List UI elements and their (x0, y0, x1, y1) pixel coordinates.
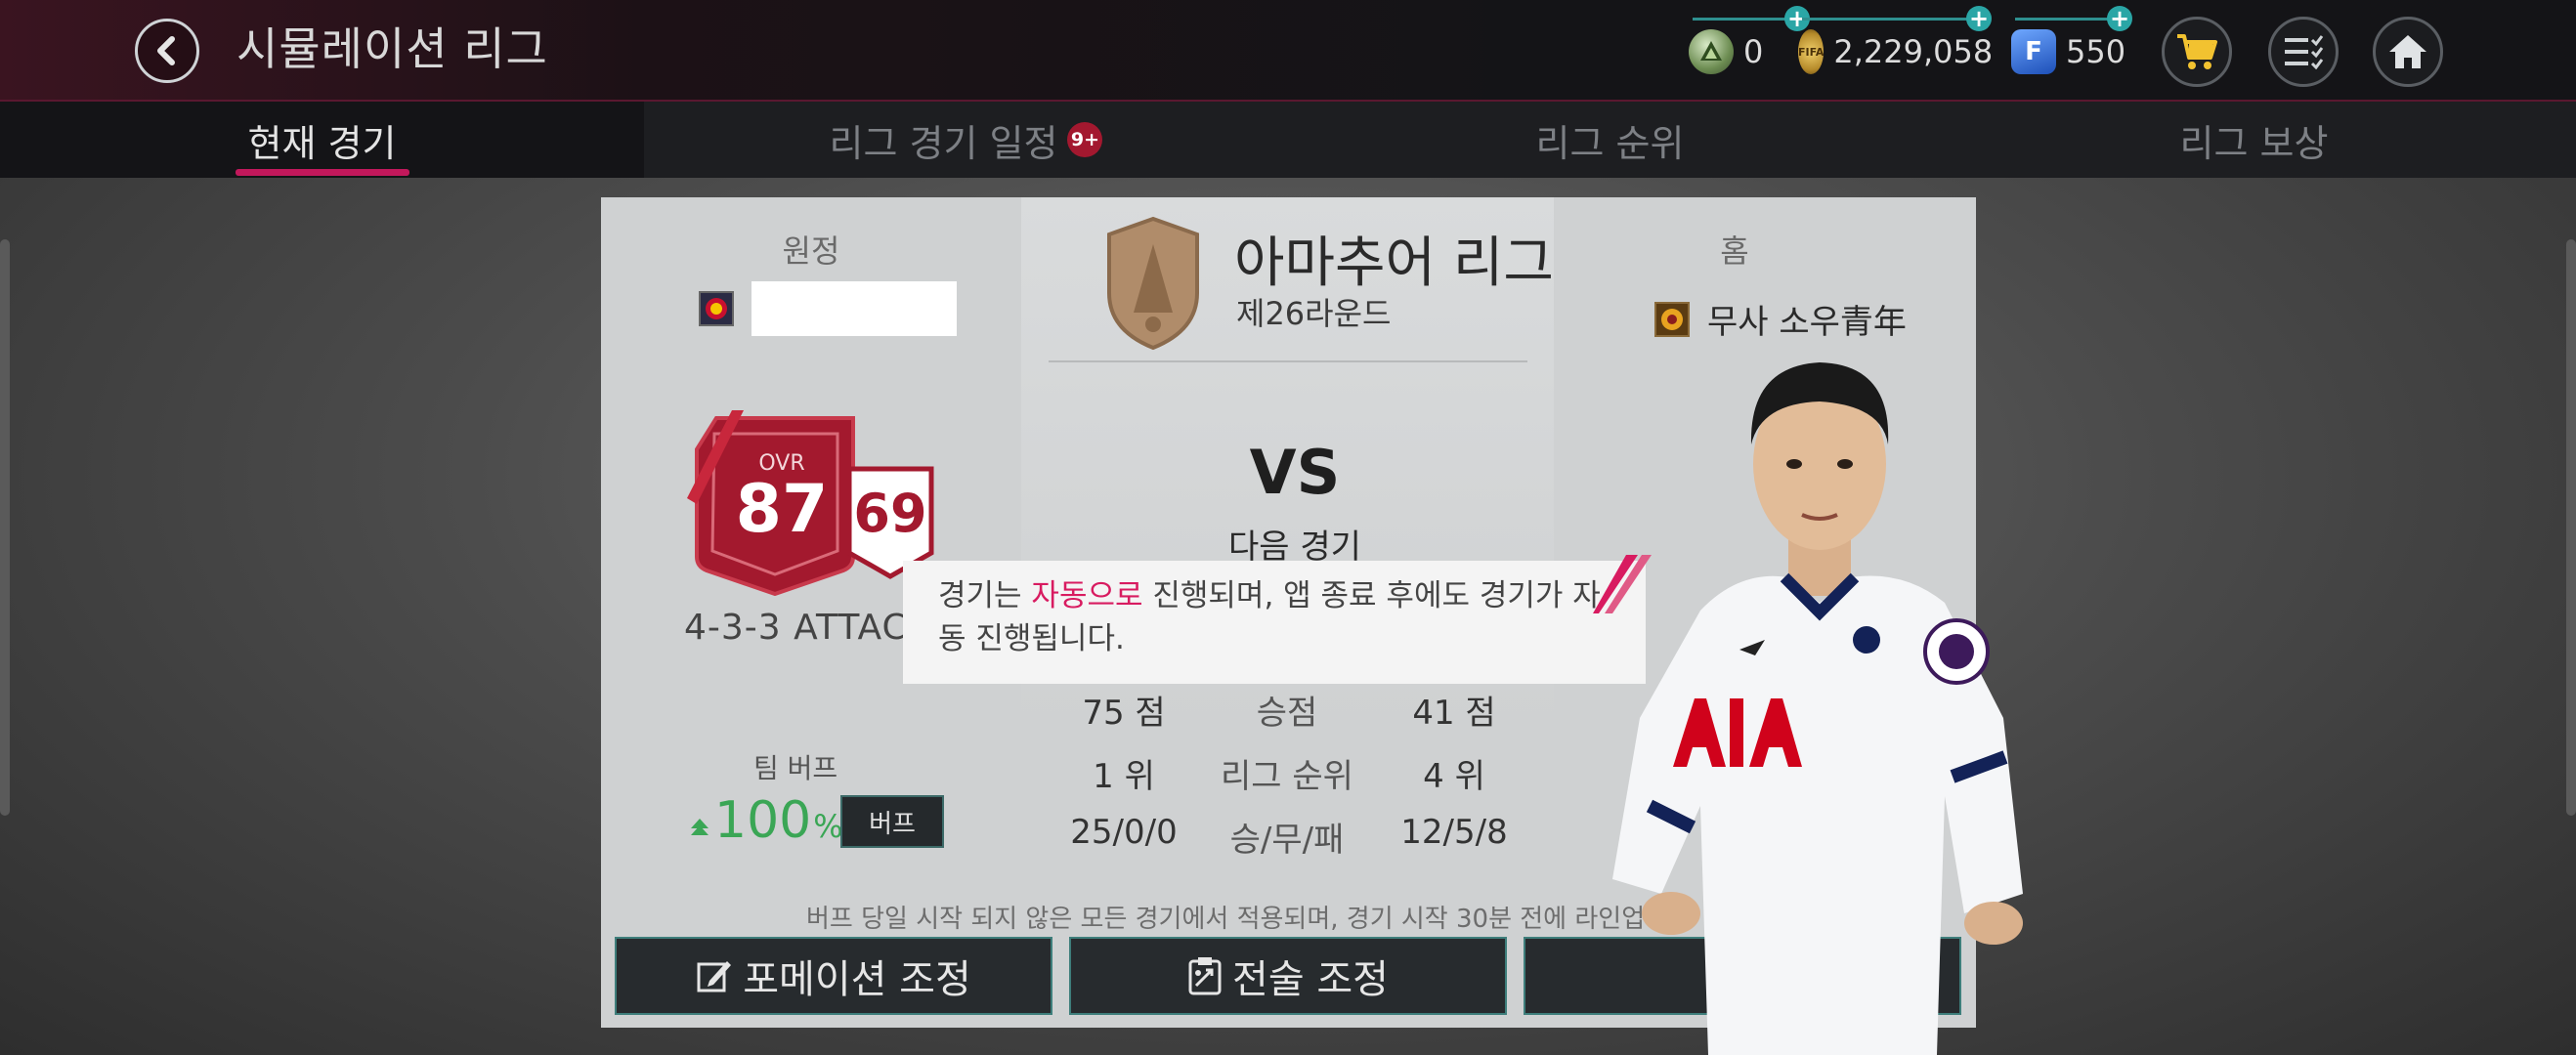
away-rank: 1 위 (1093, 757, 1155, 796)
featured-player-image (1612, 362, 2023, 1055)
token-value: 0 (1743, 33, 1764, 70)
away-label: 원정 (782, 232, 840, 270)
home-icon (2389, 35, 2426, 68)
green-token-icon (1689, 29, 1734, 74)
away-team (699, 281, 957, 336)
page-title: 시뮬레이션 리그 (236, 22, 548, 75)
point-label: F (2025, 37, 2042, 66)
coin-balance: + FIFA 2,229,058 (1798, 6, 1993, 86)
formation-label: 4-3-3 ATTAC (684, 608, 908, 648)
buff-up-arrow-icon (691, 819, 708, 835)
top-bar: 시뮬레이션 리그 + 0 + FIFA 2,229,058 + F 550 (0, 0, 2576, 102)
secondary-rating-value: 69 (853, 483, 927, 544)
point-balance: + F 550 (2011, 6, 2132, 86)
home-button[interactable] (2373, 17, 2443, 87)
coin-label: FIFA (1798, 45, 1825, 59)
point-value: 550 (2066, 33, 2126, 70)
tab-league-rewards[interactable]: 리그 보상 (1932, 102, 2576, 178)
team-buff-value: 100 % (689, 791, 843, 850)
league-name: 아마추어 리그 (1234, 232, 1554, 295)
buff-note: 버프 당일 시작 되지 않은 모든 경기에서 적용되며, 경기 시작 30분 전… (806, 905, 1646, 934)
tactics-adjust-button[interactable]: 전술 조정 (1069, 937, 1507, 1015)
tab-label: 현재 경기 (247, 121, 397, 165)
tab-label: 리그 순위 (1535, 121, 1685, 165)
formation-adjust-button[interactable]: 포메이션 조정 (615, 937, 1052, 1015)
points-label: 승점 (1256, 694, 1318, 733)
tooltip-highlight: 자동으로 (1031, 578, 1143, 613)
home-label: 홈 (1720, 232, 1749, 270)
team-buff-label: 팀 버프 (753, 752, 838, 784)
fifa-point-icon: F (2011, 29, 2056, 74)
home-rank: 4 위 (1423, 757, 1485, 796)
tab-label: 리그 보상 (2179, 121, 2329, 165)
buff-button[interactable]: 버프 (840, 795, 944, 848)
chevron-left-icon (157, 36, 175, 65)
divider (1049, 360, 1527, 362)
left-scroll-indicator (0, 239, 10, 816)
home-team: 무사 소우青年 (1654, 295, 1907, 343)
add-point-button[interactable]: + (2107, 6, 2132, 31)
back-button[interactable] (135, 19, 199, 83)
tab-league-schedule[interactable]: 리그 경기 일정 9+ (644, 102, 1288, 178)
away-points: 75 점 (1082, 694, 1166, 733)
auto-play-tooltip: 경기는 자동으로 진행되며, 앱 종료 후에도 경기가 자동 진행됩니다. (903, 555, 1652, 684)
home-team-crest-icon (1654, 301, 1690, 337)
cart-icon (2177, 34, 2217, 69)
away-team-name-redacted (751, 281, 957, 336)
tab-label: 리그 경기 일정 (829, 121, 1058, 165)
league-shield-icon (1107, 216, 1199, 351)
rank-label: 리그 순위 (1221, 757, 1353, 796)
away-record: 25/0/0 (1070, 813, 1178, 852)
home-points: 41 점 (1412, 694, 1496, 733)
buff-number: 100 (714, 791, 812, 850)
round-label: 제26라운드 (1236, 295, 1392, 332)
formation-button-label: 포메이션 조정 (743, 957, 971, 1002)
vs-label: VS (1249, 437, 1341, 508)
edit-icon (697, 961, 732, 992)
checklist-menu-icon (2285, 35, 2324, 69)
notification-badge: 9+ (1067, 122, 1103, 157)
away-team-crest-icon (699, 291, 734, 326)
home-record: 12/5/8 (1400, 813, 1508, 852)
record-label: 승/무/패 (1229, 821, 1345, 860)
right-scroll-indicator (2566, 239, 2576, 816)
shop-button[interactable] (2162, 17, 2232, 87)
add-coin-button[interactable]: + (1966, 6, 1992, 31)
tab-bar: 현재 경기 리그 경기 일정 9+ 리그 순위 리그 보상 (0, 102, 2576, 178)
ovr-value: 87 (735, 471, 829, 548)
buff-unit: % (813, 808, 843, 845)
tab-current-match[interactable]: 현재 경기 (0, 102, 644, 178)
clipboard-tactics-icon (1188, 957, 1222, 995)
menu-button[interactable] (2268, 17, 2339, 87)
home-team-name: 무사 소우青年 (1707, 303, 1907, 342)
tab-league-standings[interactable]: 리그 순위 (1288, 102, 1932, 178)
token-balance: + 0 (1689, 6, 1810, 86)
fifa-coin-icon: FIFA (1798, 29, 1825, 74)
coin-value: 2,229,058 (1833, 33, 1994, 70)
tactics-button-label: 전술 조정 (1232, 957, 1389, 1002)
active-tab-indicator (235, 169, 409, 176)
tooltip-prefix: 경기는 (938, 578, 1032, 613)
